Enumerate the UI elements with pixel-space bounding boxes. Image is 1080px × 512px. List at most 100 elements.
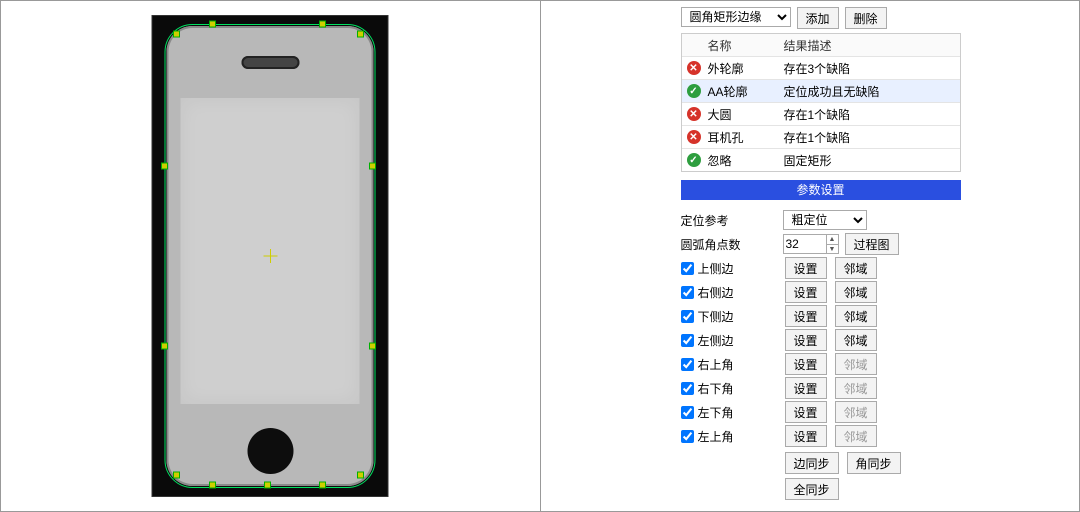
status-error-icon: ✕ [687,130,701,144]
side-row-tr: 右上角设置邻域 [681,352,961,376]
status-error-icon: ✕ [687,61,701,75]
side-checkbox-bl[interactable] [681,406,694,419]
home-button-circle [247,428,293,474]
side-set-button[interactable]: 设置 [785,257,827,279]
side-neighborhood-button[interactable]: 邻域 [835,281,877,303]
roi-handle[interactable] [161,163,168,170]
table-row[interactable]: ✕ 外轮廓存在3个缺陷 [682,57,960,80]
side-label-text: 上侧边 [698,260,734,277]
results-table: 名称 结果描述 ✕ 外轮廓存在3个缺陷 ✓ AA轮廓定位成功且无缺陷 ✕ 大圆存在1个缺陷… [681,33,961,172]
side-checkbox-label[interactable]: 右上角 [681,356,777,373]
side-checkbox-br[interactable] [681,382,694,395]
side-checkbox-top[interactable] [681,262,694,275]
side-set-button[interactable]: 设置 [785,329,827,351]
side-checkbox-label[interactable]: 下侧边 [681,308,777,325]
roi-handle[interactable] [209,482,216,489]
roi-handle[interactable] [357,472,364,479]
roi-handle[interactable] [319,21,326,28]
side-label-text: 右下角 [698,380,734,397]
roi-handle[interactable] [264,482,271,489]
side-label-text: 右侧边 [698,284,734,301]
side-set-button[interactable]: 设置 [785,401,827,423]
spin-up-icon[interactable]: ▲ [826,235,838,245]
side-checkbox-left[interactable] [681,334,694,347]
roi-type-select[interactable]: 圆角矩形边缘 [681,7,791,27]
col-name-header: 名称 [706,37,782,54]
side-checkbox-label[interactable]: 左下角 [681,404,777,421]
side-checkbox-label[interactable]: 右侧边 [681,284,777,301]
roi-center-mark [266,252,274,260]
side-neighborhood-button: 邻域 [835,401,877,423]
status-error-icon: ✕ [687,107,701,121]
row-name: 耳机孔 [706,129,782,146]
roi-handle[interactable] [369,163,376,170]
roi-handle[interactable] [161,343,168,350]
side-neighborhood-button: 邻域 [835,377,877,399]
earpiece-slot [241,56,299,69]
col-desc-header: 结果描述 [782,37,960,54]
side-neighborhood-button[interactable]: 邻域 [835,305,877,327]
side-row-br: 右下角 设置邻域 [681,376,961,400]
row-name: 大圆 [706,106,782,123]
loc-ref-label: 定位参考 [681,212,777,229]
side-label-text: 下侧边 [698,308,734,325]
side-set-button[interactable]: 设置 [785,377,827,399]
roi-handle[interactable] [173,472,180,479]
side-row-tl: 左上角 设置邻域 [681,424,961,448]
table-row[interactable]: ✓ AA轮廓定位成功且无缺陷 [682,80,960,103]
side-checkbox-label[interactable]: 左上角 [681,428,777,445]
edge-sync-button[interactable]: 边同步 [785,452,839,474]
roi-handle[interactable] [173,31,180,38]
table-row[interactable]: ✕ 大圆存在1个缺陷 [682,103,960,126]
roi-handle[interactable] [209,21,216,28]
settings-pane: 圆角矩形边缘 添加 删除 名称 结果描述 ✕ 外轮廓存在3个缺陷 ✓ AA轮廓定位成功… [541,1,1080,511]
row-desc: 存在1个缺陷 [782,129,960,146]
side-label-text: 左侧边 [698,332,734,349]
side-neighborhood-button: 邻域 [835,425,877,447]
side-row-top: 上侧边 设置邻域 [681,256,961,280]
roi-handle[interactable] [357,31,364,38]
side-label-text: 左下角 [698,404,734,421]
arc-points-input[interactable] [784,235,826,253]
row-name: 外轮廓 [706,60,782,77]
side-checkbox-label[interactable]: 左侧边 [681,332,777,349]
side-set-button[interactable]: 设置 [785,281,827,303]
corner-sync-button[interactable]: 角同步 [847,452,901,474]
loc-ref-select[interactable]: 粗定位 [783,210,867,230]
spin-down-icon[interactable]: ▼ [826,245,838,254]
all-sync-button[interactable]: 全同步 [785,478,839,500]
delete-button[interactable]: 删除 [845,7,887,29]
status-ok-icon: ✓ [687,84,701,98]
row-desc: 存在1个缺陷 [782,106,960,123]
side-row-bottom: 下侧边 设置邻域 [681,304,961,328]
arc-points-label: 圆弧角点数 [681,236,777,253]
side-checkbox-label[interactable]: 上侧边 [681,260,777,277]
params-section-header: 参数设置 [681,180,961,200]
side-set-button[interactable]: 设置 [785,425,827,447]
side-checkbox-tl[interactable] [681,430,694,443]
side-set-button[interactable]: 设置 [785,305,827,327]
side-checkbox-tr[interactable] [681,358,694,371]
roi-handle[interactable] [319,482,326,489]
side-checkbox-bottom[interactable] [681,310,694,323]
side-row-right: 右侧边 设置邻域 [681,280,961,304]
side-checkbox-right[interactable] [681,286,694,299]
row-desc: 定位成功且无缺陷 [782,83,960,100]
row-name: AA轮廓 [706,83,782,100]
row-desc: 存在3个缺陷 [782,60,960,77]
side-set-button[interactable]: 设置 [785,353,827,375]
side-neighborhood-button[interactable]: 邻域 [835,257,877,279]
side-label-text: 左上角 [698,428,734,445]
roi-handle[interactable] [369,343,376,350]
side-row-left: 左侧边 设置邻域 [681,328,961,352]
add-button[interactable]: 添加 [797,7,839,29]
arc-points-spin[interactable]: ▲ ▼ [783,234,839,254]
inspection-image [152,15,389,497]
process-image-button[interactable]: 过程图 [845,233,899,255]
table-row[interactable]: ✕ 耳机孔存在1个缺陷 [682,126,960,149]
side-checkbox-label[interactable]: 右下角 [681,380,777,397]
row-name: 忽略 [706,152,782,169]
side-neighborhood-button: 邻域 [835,353,877,375]
side-neighborhood-button[interactable]: 邻域 [835,329,877,351]
table-row[interactable]: ✓忽略固定矩形 [682,149,960,171]
